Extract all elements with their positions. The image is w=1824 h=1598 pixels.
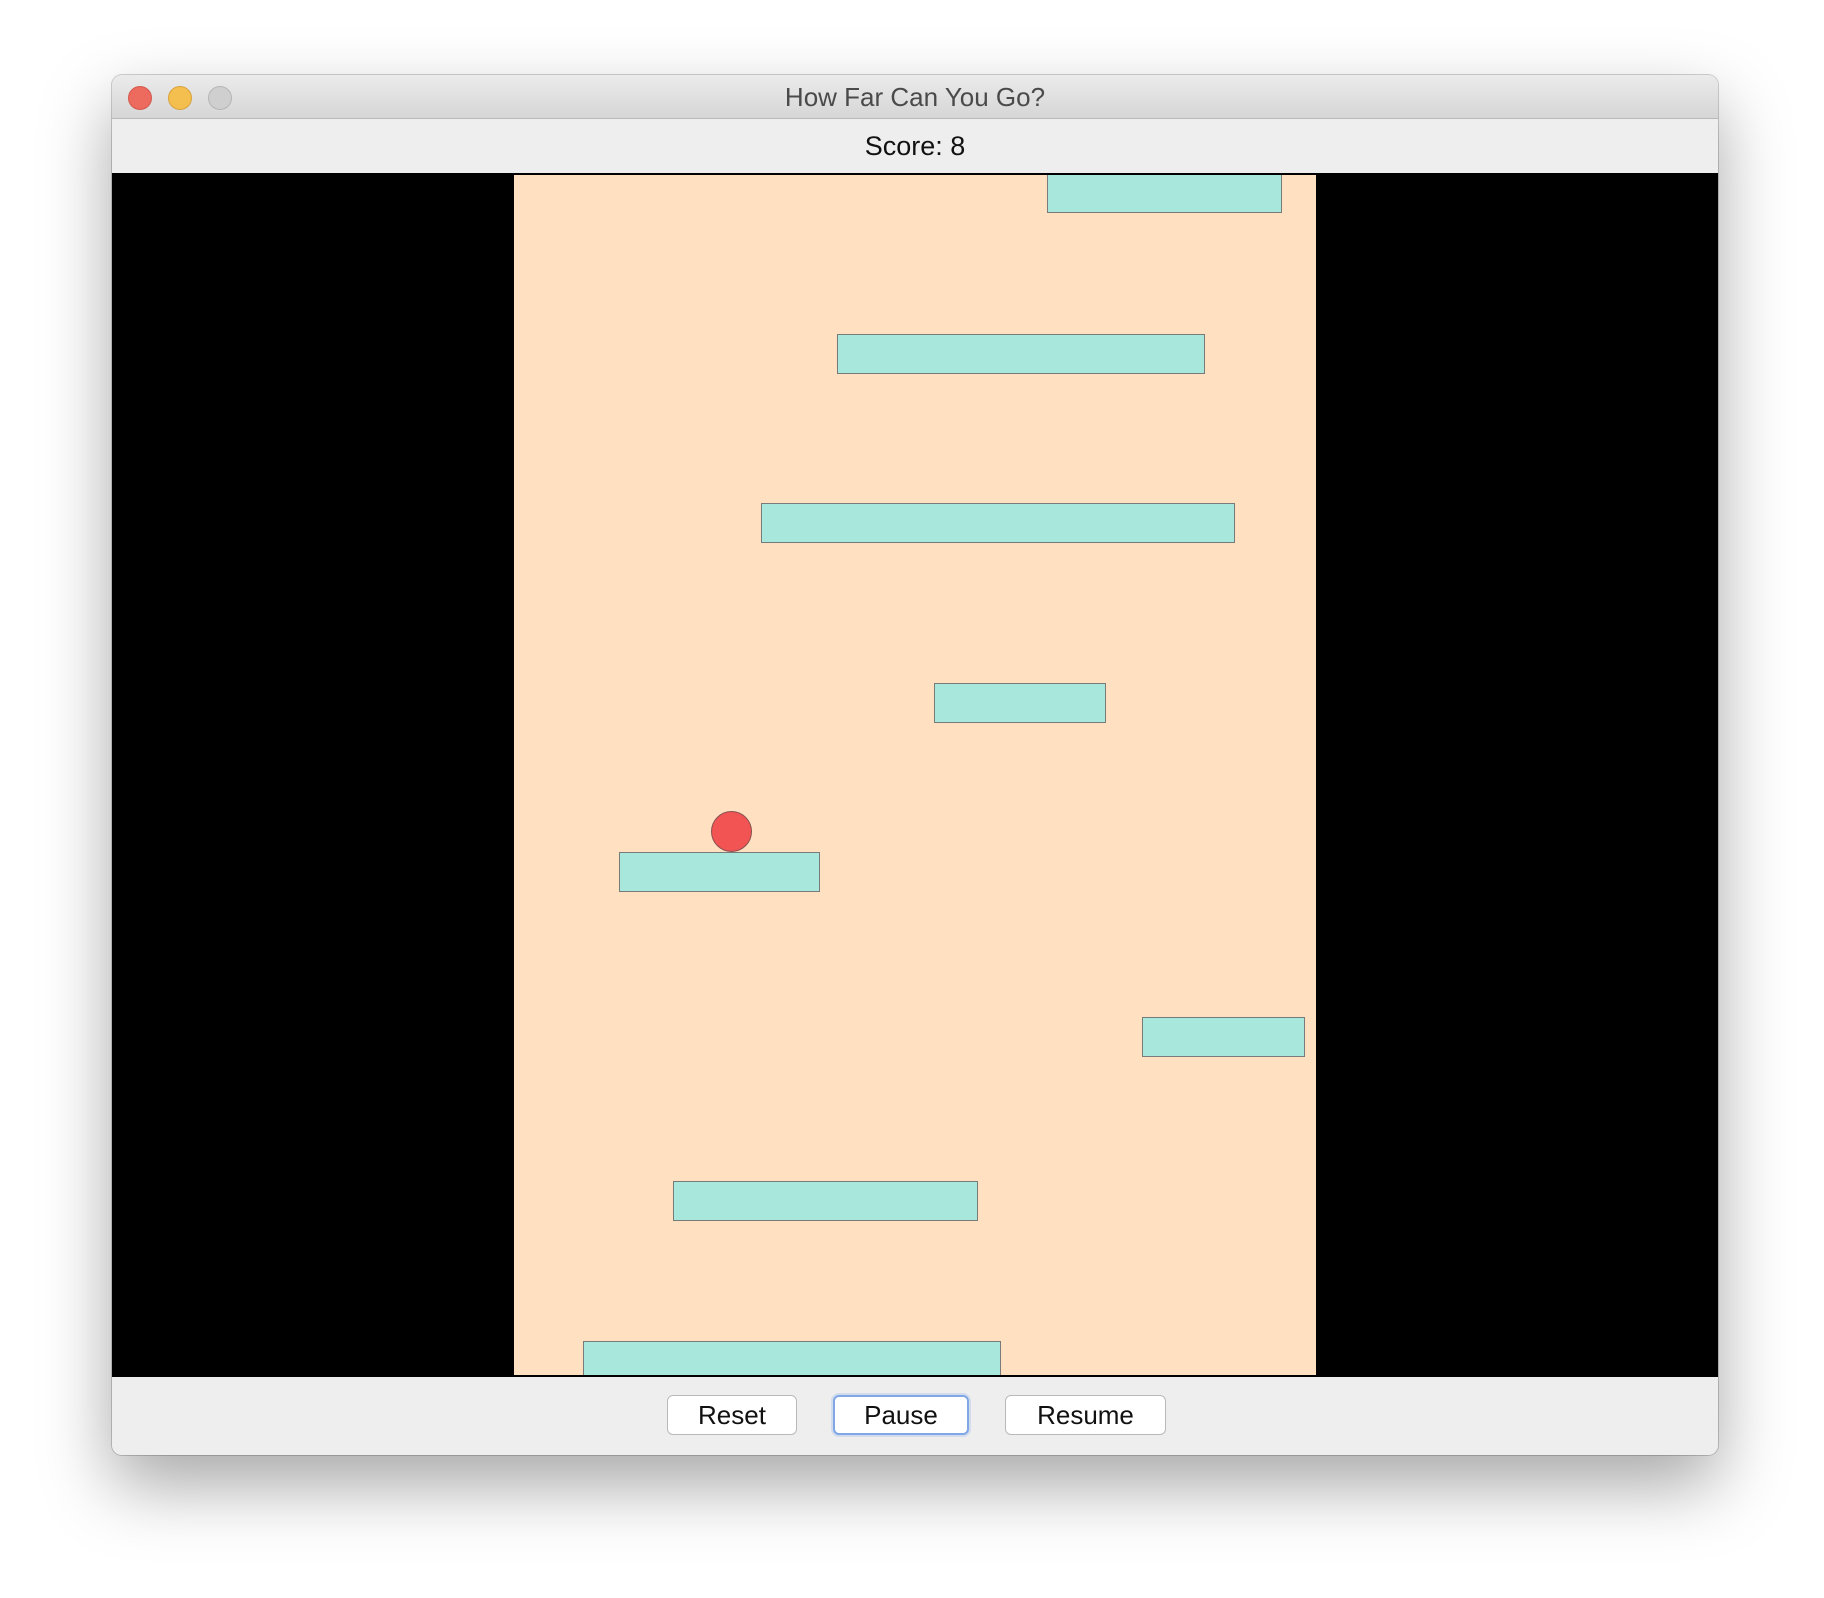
game-window: How Far Can You Go? Score: 8 Reset Pause… bbox=[112, 75, 1718, 1455]
reset-button[interactable]: Reset bbox=[667, 1395, 797, 1435]
platform bbox=[583, 1341, 1001, 1375]
platform bbox=[619, 852, 820, 892]
control-bar: Reset Pause Resume bbox=[112, 1377, 1718, 1455]
platform bbox=[761, 503, 1235, 543]
score-label: Score: 8 bbox=[864, 131, 966, 161]
playfield bbox=[514, 175, 1316, 1375]
player-ball bbox=[711, 811, 752, 852]
platform bbox=[934, 683, 1106, 723]
platform bbox=[1047, 175, 1282, 213]
platform bbox=[837, 334, 1205, 374]
platform bbox=[673, 1181, 978, 1221]
pause-button[interactable]: Pause bbox=[833, 1395, 969, 1435]
platform bbox=[1142, 1017, 1305, 1057]
title-bar: How Far Can You Go? bbox=[112, 75, 1718, 119]
resume-button[interactable]: Resume bbox=[1005, 1395, 1166, 1435]
score-bar: Score: 8 bbox=[112, 119, 1718, 173]
game-canvas[interactable] bbox=[112, 173, 1718, 1377]
window-title: How Far Can You Go? bbox=[784, 82, 1046, 112]
